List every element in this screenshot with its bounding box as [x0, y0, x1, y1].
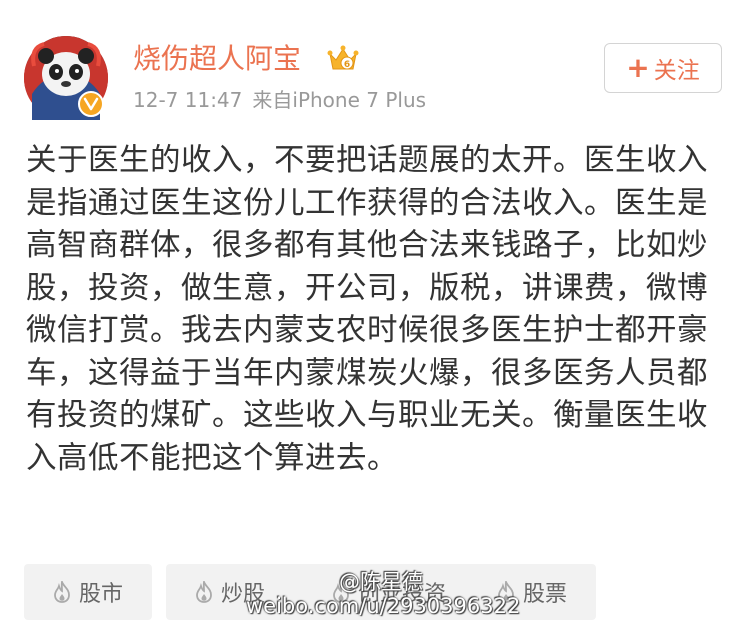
plus-icon: + — [626, 51, 650, 84]
post-meta: 12-7 11:47 来自iPhone 7 Plus — [133, 86, 426, 114]
post-timestamp[interactable]: 12-7 11:47 — [133, 88, 242, 112]
follow-button-label: 关注 — [653, 58, 700, 84]
flame-icon — [54, 581, 70, 603]
topic-tag-label: 股票 — [522, 582, 567, 607]
topic-tags: 股市 炒股 创业投资 股票 — [24, 564, 734, 620]
flame-icon — [196, 581, 212, 603]
topic-tag[interactable]: 创业投资 — [287, 564, 491, 620]
follow-button[interactable]: + 关注 — [604, 43, 722, 93]
topic-tag[interactable]: 炒股 — [166, 564, 294, 620]
topic-tag[interactable]: 股市 — [24, 564, 152, 620]
topic-tag-label: 股市 — [78, 582, 123, 607]
vip-crown-icon[interactable]: 6 — [327, 44, 359, 74]
topic-tag[interactable]: 股票 — [468, 564, 596, 620]
topic-tag-label: 创业投资 — [357, 582, 446, 607]
user-name-link[interactable]: 烧伤超人阿宝 — [133, 41, 301, 77]
flame-icon — [333, 581, 349, 603]
post-text: 关于医生的收入，不要把话题展的太开。医生收入是指通过医生这份儿工作获得的合法收入… — [26, 143, 708, 476]
verified-icon — [78, 91, 104, 117]
weibo-post-card: 烧伤超人阿宝 6 12-7 11:47 来自iPhone 7 Plus + 关注 … — [0, 0, 750, 626]
svg-text:6: 6 — [344, 60, 350, 70]
flame-icon — [498, 581, 514, 603]
topic-tag-label: 炒股 — [220, 582, 265, 607]
post-source: 来自iPhone 7 Plus — [252, 88, 427, 112]
